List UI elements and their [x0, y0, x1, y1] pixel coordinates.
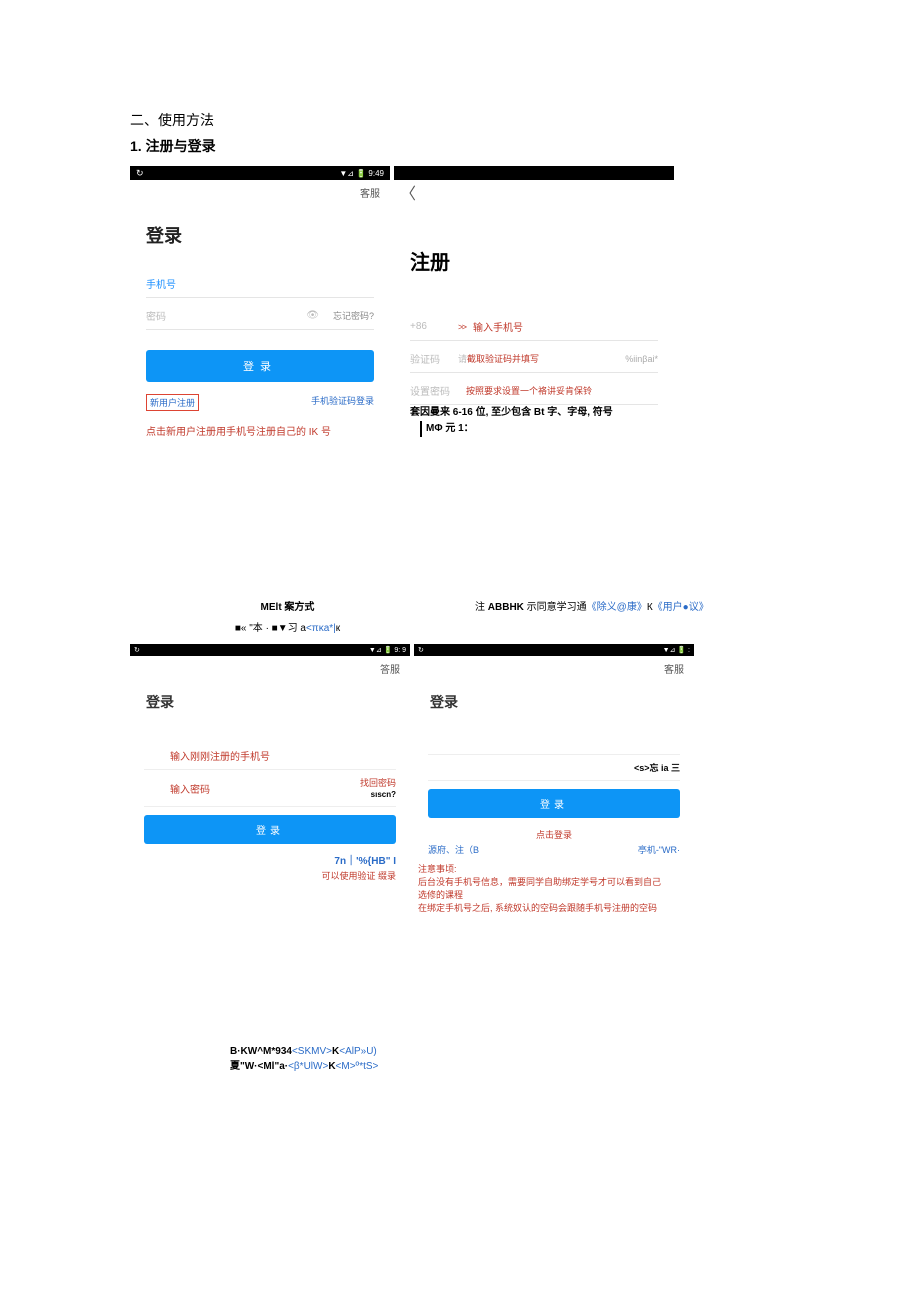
- phone-annotation: 输入手机号: [473, 319, 523, 334]
- refresh-icon: ↻: [136, 168, 144, 179]
- top-bar-4: 客服: [414, 656, 694, 680]
- privacy-link[interactable]: 《除义@康》: [587, 602, 647, 613]
- bottom-annot-3: 可以使用验证 缀录: [321, 871, 396, 881]
- country-code[interactable]: +86: [410, 321, 458, 332]
- forgot-password-link[interactable]: 忘记密码?: [333, 309, 374, 322]
- register-phone-field[interactable]: +86 > > 输入手机号: [410, 309, 658, 341]
- top-bar-3: 答服: [130, 656, 410, 680]
- phone-placeholder: 手机号: [146, 276, 176, 291]
- arrow-marks: > >: [458, 322, 465, 332]
- login-title: 登录: [146, 222, 374, 248]
- login-title-4: 登录: [430, 692, 694, 712]
- heading-usage: 二、使用方法: [130, 110, 790, 130]
- code-annotation: 截取验证码并填写: [467, 352, 539, 365]
- mid-left-link[interactable]: <πκa*|: [306, 623, 336, 634]
- password-hint: 套因曼来 6-16 位, 至少包含 Bt 字、字母, 符号 MΦ 元 1：: [410, 405, 674, 437]
- code-right: %iinβai*: [625, 354, 658, 364]
- heading-register-login: 1. 注册与登录: [130, 136, 790, 156]
- refresh-icon-3: ↻: [134, 646, 140, 654]
- screenshot-row-1: ↻ ▼⊿ 🔋 9:49 客服 登录 手机号 密码 👁 忘记密码? 登录 新用户注…: [130, 166, 790, 438]
- register-title: 注册: [410, 246, 674, 275]
- login-annotated-screen-2: ↻ ▼⊿ 🔋 : 客服 登录 <s>忘 ia 三 登录 点击登录 源府、注（B …: [414, 644, 694, 914]
- footer-codes: B·KW^M*934<SKMV>K<AlP»U) 夏"W·<Ml"a·<β*Ul…: [130, 1044, 790, 1074]
- forgot-4[interactable]: <s>忘 ia 三: [634, 761, 680, 774]
- register-password-field[interactable]: 设置密码 按照要求设置一个袼讲妥肯保铃: [410, 373, 658, 405]
- login-button[interactable]: 登录: [146, 350, 374, 382]
- top-bar-2: 〈: [394, 180, 674, 204]
- eye-icon[interactable]: 👁: [306, 310, 319, 321]
- password-field-3[interactable]: 输入密码 找回密码 sıscn?: [144, 770, 396, 807]
- password-field-4[interactable]: <s>忘 ia 三: [428, 755, 680, 781]
- mid-left-tail: к: [336, 623, 340, 634]
- pass-annot-3: 输入密码: [170, 781, 210, 796]
- refresh-icon-4: ↻: [418, 646, 424, 654]
- login-annotated-screen-1: ↻ ▼⊿ 🔋 9: 9 答服 登录 输入刚刚注册的手机号 输入密码 找回密码 s…: [130, 644, 410, 914]
- notes-block: 注意事顷: 后台没有手机号信息，需要同学自助绑定学号才可以看到自己 选修的课程 …: [414, 858, 694, 914]
- forgot-label-3: 找回密码: [360, 778, 396, 788]
- status-right: ▼⊿ 🔋 9:49: [339, 169, 384, 178]
- setpass-annotation: 按照要求设置一个袼讲妥肯保铃: [466, 384, 592, 397]
- status-bar-2: [394, 166, 674, 180]
- phone-annot-3: 输入刚刚注册的手机号: [170, 748, 270, 763]
- below-login-links: 新用户注册 手机验证码登录: [146, 394, 374, 411]
- bottom-row-3: 7n｜'%{HB" I: [130, 852, 410, 867]
- register-code-field[interactable]: 验证码 请 截取验证码并填写 %iinβai*: [410, 341, 658, 373]
- back-icon[interactable]: 〈: [400, 180, 416, 204]
- bottom-right-code-3: 7n｜'%{HB" I: [334, 852, 396, 867]
- sms-login-link[interactable]: 手机验证码登录: [311, 394, 374, 411]
- kefu-link-4[interactable]: 客服: [664, 661, 684, 676]
- bl-right-4[interactable]: 亭机-"WR·: [638, 843, 680, 856]
- login-screen: ↻ ▼⊿ 🔋 9:49 客服 登录 手机号 密码 👁 忘记密码? 登录 新用户注…: [130, 166, 390, 438]
- note-title: 注意事顷:: [418, 862, 690, 875]
- mid-right-block: 注 ABBHK 示同意学习通《除义@康》К《用户●议》: [445, 598, 790, 634]
- status-bar-3: ↻ ▼⊿ 🔋 9: 9: [130, 644, 410, 656]
- kefu-link[interactable]: 客服: [360, 185, 380, 200]
- code-ph: 请: [458, 352, 467, 365]
- mid-left-block: MElt 案方式 ■« "本 · ■▼习 a<πκa*|к: [130, 598, 445, 634]
- status-right-3: ▼⊿ 🔋 9: 9: [369, 646, 406, 654]
- code-label: 验证码: [410, 351, 458, 366]
- forgot-sub-3[interactable]: sıscn?: [371, 790, 396, 799]
- bottom-links-4: 源府、注（B 亭机-"WR·: [414, 841, 694, 858]
- login-button-3[interactable]: 登录: [144, 815, 396, 844]
- bl-left-4[interactable]: 源府、注（B: [428, 843, 479, 856]
- click-login-annot: 点击登录: [414, 826, 694, 841]
- user-agreement-link[interactable]: 《用户●议》: [653, 602, 709, 613]
- screenshot-row-2: ↻ ▼⊿ 🔋 9: 9 答服 登录 输入刚刚注册的手机号 输入密码 找回密码 s…: [130, 644, 790, 914]
- login-title-3: 登录: [146, 692, 410, 712]
- phone-field[interactable]: 手机号: [146, 266, 374, 298]
- status-bar: ↻ ▼⊿ 🔋 9:49: [130, 166, 390, 180]
- top-bar: 客服: [130, 180, 390, 204]
- note-line3: 在绑定手机号之后, 系统奴认的空码会跟随手机号注册的空码: [418, 901, 690, 914]
- status-bar-4: ↻ ▼⊿ 🔋 :: [414, 644, 694, 656]
- status-right-4: ▼⊿ 🔋 :: [663, 646, 690, 654]
- mid-left-sub-pre: ■« "本 · ■▼习 a: [235, 623, 306, 634]
- melt-title: MElt 案方式: [130, 598, 445, 613]
- setpass-label: 设置密码: [410, 383, 466, 398]
- login-caption: 点击新用户注册用手机号注册自己的 IK 号: [130, 423, 390, 438]
- note-line1: 后台没有手机号信息，需要同学自助绑定学号才可以看到自己: [418, 875, 690, 888]
- login-button-4[interactable]: 登录: [428, 789, 680, 818]
- password-placeholder: 密码: [146, 308, 306, 323]
- login-body: 登录 手机号 密码 👁 忘记密码? 登录 新用户注册 手机验证码登录: [130, 204, 390, 419]
- kefu-link-3[interactable]: 答服: [380, 661, 400, 676]
- new-user-register-link[interactable]: 新用户注册: [146, 394, 199, 411]
- document-body: 二、使用方法 1. 注册与登录 ↻ ▼⊿ 🔋 9:49 客服 登录 手机号 密码…: [0, 110, 920, 1074]
- bottom-annot-3-wrap: 可以使用验证 缀录: [130, 867, 410, 882]
- note-line2: 选修的课程: [418, 888, 690, 901]
- phone-field-3[interactable]: 输入刚刚注册的手机号: [144, 742, 396, 770]
- phone-field-4[interactable]: [428, 742, 680, 755]
- mid-annotation-row: MElt 案方式 ■« "本 · ■▼习 a<πκa*|к 注 ABBHK 示同…: [130, 598, 790, 634]
- password-field[interactable]: 密码 👁 忘记密码?: [146, 298, 374, 330]
- register-screen: 〈 注册 +86 > > 输入手机号 验证码 请 截取验证码并填写 %iinβa…: [394, 166, 674, 438]
